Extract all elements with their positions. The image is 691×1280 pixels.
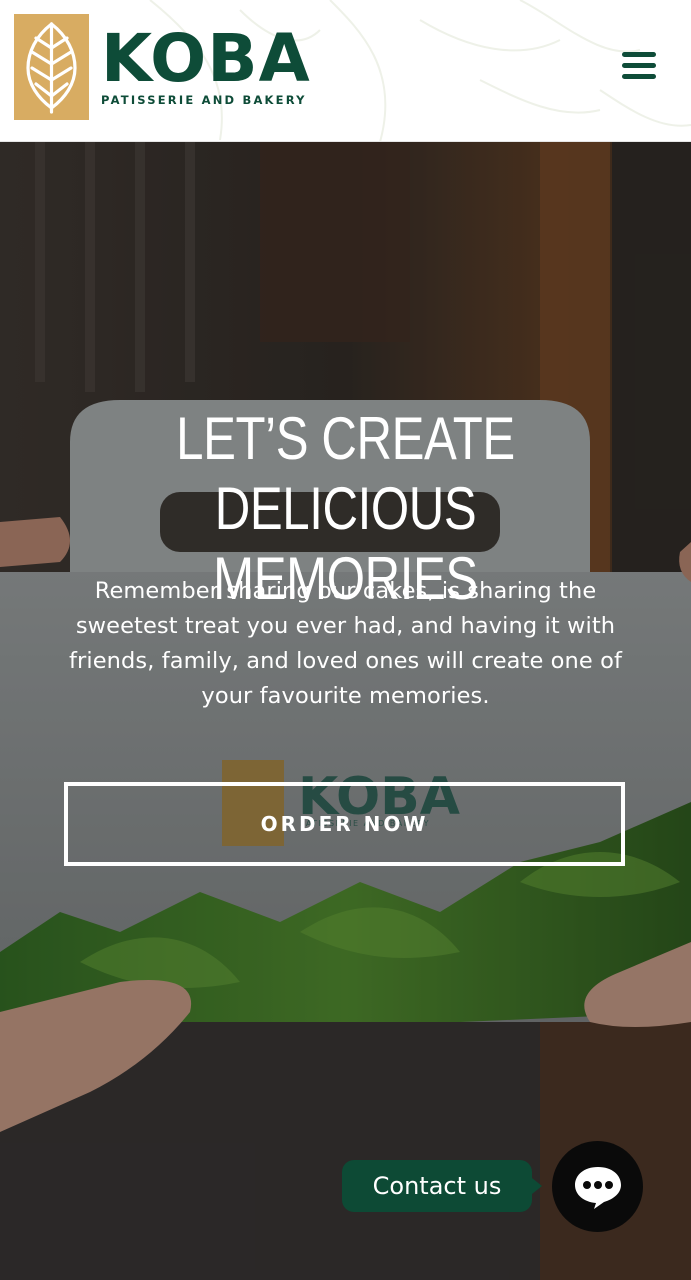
chat-button[interactable] — [552, 1141, 643, 1232]
brand-name: KOBA — [101, 20, 311, 97]
menu-bar — [622, 74, 656, 79]
order-now-button[interactable]: ORDER NOW — [64, 782, 625, 866]
brand-logo[interactable]: KOBA PATISSERIE AND BAKERY — [14, 14, 311, 120]
hero-description: Remember sharing our cakes, is sharing t… — [68, 578, 622, 709]
hero-content: LET’S CREATE DELICIOUS MEMORIES Remember… — [0, 142, 691, 1280]
contact-us-label[interactable]: Contact us — [342, 1160, 542, 1212]
menu-bar — [622, 63, 656, 68]
brand-wordmark: KOBA PATISSERIE AND BAKERY — [101, 20, 311, 108]
brand-tagline: PATISSERIE AND BAKERY — [101, 93, 307, 107]
hamburger-menu-icon[interactable] — [622, 52, 662, 82]
site-header: KOBA PATISSERIE AND BAKERY — [0, 0, 691, 142]
wheat-leaf-logo-icon — [14, 14, 89, 120]
menu-bar — [622, 52, 656, 57]
chat-bubble-icon — [574, 1166, 621, 1209]
hero-section: KOBA PATISSERIE AND BAKERY LET’S CREATE … — [0, 142, 691, 1280]
